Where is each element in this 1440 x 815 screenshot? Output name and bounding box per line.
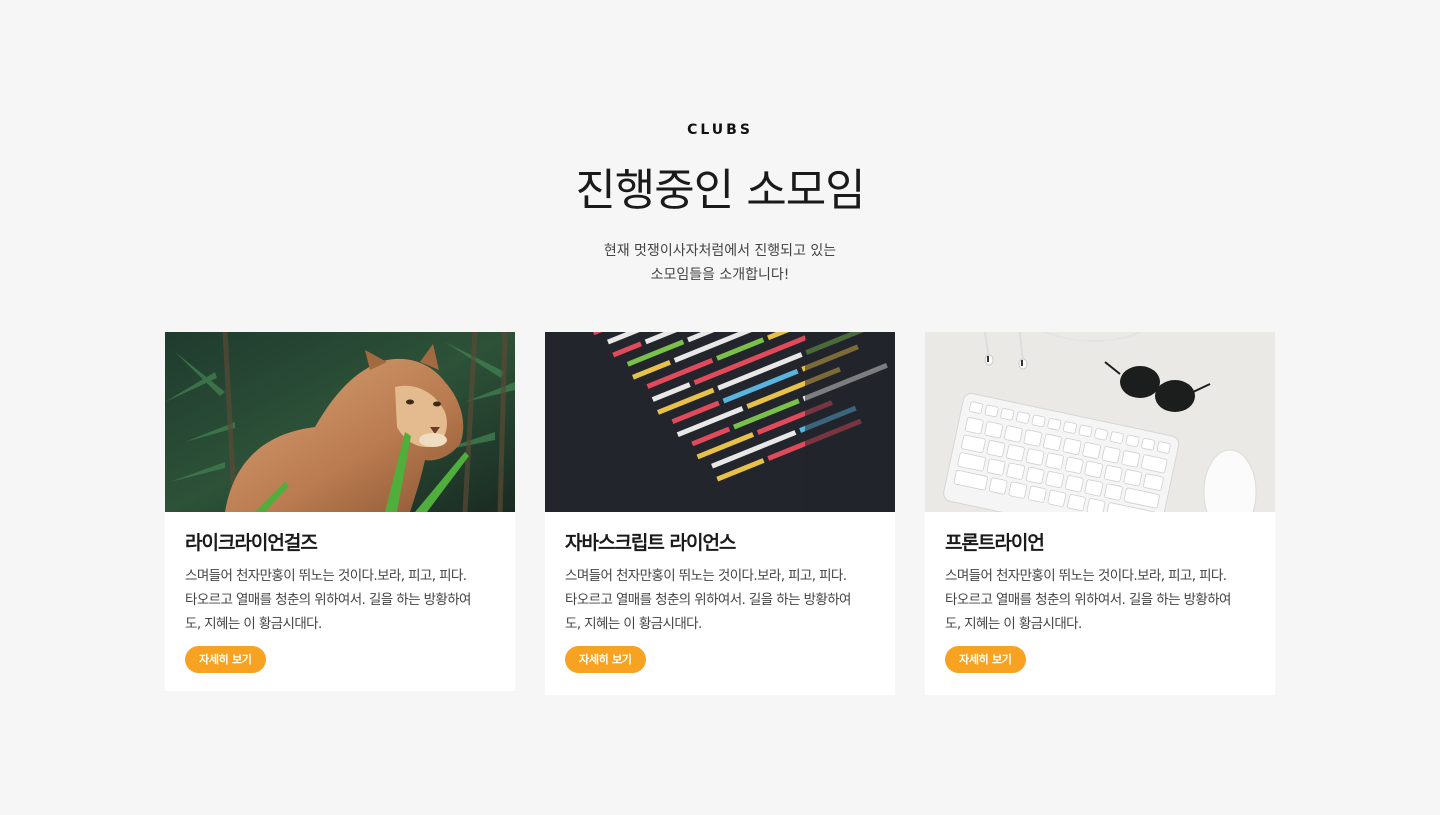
card-text-line: 도, 지혜는 이 황금시대다.	[565, 616, 702, 632]
club-card: 라이크라이언걸즈 스며들어 천자만홍이 뛰노는 것이다.보라, 피고, 피다. …	[165, 332, 515, 691]
section-eyebrow: CLUBS	[687, 122, 753, 138]
card-text-line: 타오르고 열매를 청춘의 위하여서. 길을 하는 방황하여	[565, 592, 851, 608]
clubs-section: CLUBS 진행중인 소모임 현재 멋쟁이사자처럼에서 진행되고 있는 소모임들…	[0, 0, 1440, 815]
card-title[interactable]: 프론트라이언	[945, 530, 1255, 556]
club-image-code[interactable]	[545, 332, 895, 512]
club-image-desk[interactable]	[925, 332, 1275, 512]
description-line: 소모임들을 소개합니다!	[650, 267, 790, 283]
card-title[interactable]: 자바스크립트 라이언스	[565, 530, 875, 556]
club-card: 자바스크립트 라이언스 스며들어 천자만홍이 뛰노는 것이다.보라, 피고, 피…	[545, 332, 895, 695]
card-text: 스며들어 천자만홍이 뛰노는 것이다.보라, 피고, 피다. 타오르고 열매를 …	[945, 564, 1255, 636]
card-text: 스며들어 천자만홍이 뛰노는 것이다.보라, 피고, 피다. 타오르고 열매를 …	[185, 564, 495, 636]
card-text-line: 타오르고 열매를 청춘의 위하여서. 길을 하는 방황하여	[945, 592, 1231, 608]
club-image-lioness[interactable]	[165, 332, 515, 512]
more-button[interactable]: 자세히 보기	[945, 646, 1026, 673]
more-button[interactable]: 자세히 보기	[565, 646, 646, 673]
card-text-line: 타오르고 열매를 청춘의 위하여서. 길을 하는 방황하여	[185, 592, 471, 608]
card-body: 프론트라이언 스며들어 천자만홍이 뛰노는 것이다.보라, 피고, 피다. 타오…	[925, 512, 1275, 673]
section-description: 현재 멋쟁이사자처럼에서 진행되고 있는 소모임들을 소개합니다!	[0, 239, 1440, 287]
card-text-line: 스며들어 천자만홍이 뛰노는 것이다.보라, 피고, 피다.	[185, 568, 467, 584]
card-text-line: 스며들어 천자만홍이 뛰노는 것이다.보라, 피고, 피다.	[565, 568, 847, 584]
club-card: 프론트라이언 스며들어 천자만홍이 뛰노는 것이다.보라, 피고, 피다. 타오…	[925, 332, 1275, 695]
card-text: 스며들어 천자만홍이 뛰노는 것이다.보라, 피고, 피다. 타오르고 열매를 …	[565, 564, 875, 636]
card-body: 라이크라이언걸즈 스며들어 천자만홍이 뛰노는 것이다.보라, 피고, 피다. …	[165, 512, 515, 673]
more-button[interactable]: 자세히 보기	[185, 646, 266, 673]
section-title: 진행중인 소모임	[575, 165, 865, 216]
card-text-line: 도, 지혜는 이 황금시대다.	[945, 616, 1082, 632]
card-text-line: 스며들어 천자만홍이 뛰노는 것이다.보라, 피고, 피다.	[945, 568, 1227, 584]
card-body: 자바스크립트 라이언스 스며들어 천자만홍이 뛰노는 것이다.보라, 피고, 피…	[545, 512, 895, 673]
card-title[interactable]: 라이크라이언걸즈	[185, 530, 495, 556]
description-line: 현재 멋쟁이사자처럼에서 진행되고 있는	[603, 243, 837, 259]
card-text-line: 도, 지혜는 이 황금시대다.	[185, 616, 322, 632]
